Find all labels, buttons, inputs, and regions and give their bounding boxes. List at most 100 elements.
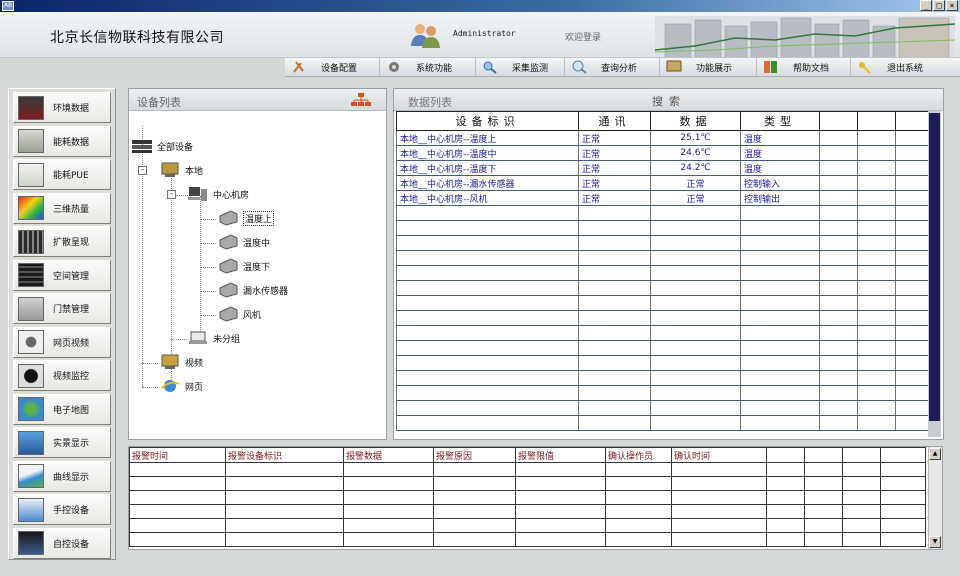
table-cell <box>740 355 820 371</box>
tree-node-all[interactable]: 全部设备 <box>131 137 193 155</box>
table-cell <box>819 400 858 416</box>
alarm-col-data[interactable]: 报警数据 <box>343 447 434 463</box>
alarm-row[interactable] <box>129 532 926 547</box>
menu-curve[interactable]: 曲线显示 <box>13 460 111 492</box>
menu-env-data[interactable]: 环境数据 <box>13 92 111 123</box>
key-icon <box>859 62 871 74</box>
expand-toggle-local[interactable]: - <box>138 166 147 175</box>
nav-display[interactable]: 功能展示 <box>660 58 757 76</box>
tree-node-room[interactable]: 中心机房 <box>187 185 249 203</box>
table-row[interactable] <box>396 220 929 236</box>
table-row[interactable] <box>396 415 929 431</box>
menu-energy-pue[interactable]: 能耗PUE <box>13 159 111 190</box>
menu-diffusion[interactable]: 扩散呈现 <box>13 226 111 257</box>
workstation-icon <box>188 187 207 201</box>
tree-node-web[interactable]: 网页 <box>159 377 203 395</box>
scroll-down-arrow[interactable]: ▼ <box>929 536 941 548</box>
table-row[interactable] <box>396 385 929 401</box>
alarm-col-limit[interactable]: 报警限值 <box>515 447 606 463</box>
table-row[interactable]: 本地__中心机房--漏水传感器 正常 正常 控制输入 <box>396 175 929 191</box>
table-row[interactable] <box>396 250 929 266</box>
alarm-row[interactable] <box>129 462 926 477</box>
tree-node-video[interactable]: 视频 <box>159 353 203 371</box>
table-cell <box>857 340 896 356</box>
table-row[interactable] <box>396 355 929 371</box>
data-list-panel: 数据列表 搜索 设备标识 通讯 数据 类型 本地__中心机房--温度上 正常 25.… <box>393 88 944 440</box>
alarm-cell <box>671 476 767 491</box>
nav-system[interactable]: 系统功能 <box>380 58 476 76</box>
alarm-cell <box>671 532 767 547</box>
nav-help[interactable]: 帮助文档 <box>757 58 851 76</box>
alarm-col-reason[interactable]: 报警原因 <box>433 447 516 463</box>
col-comm[interactable]: 通讯 <box>578 111 651 131</box>
menu-live-view[interactable]: 实景显示 <box>13 427 111 458</box>
table-row[interactable]: 本地__中心机房--温度上 正常 25.1℃ 温度 <box>396 130 929 146</box>
table-row[interactable] <box>396 280 929 296</box>
table-row[interactable]: 本地__中心机房--温度中 正常 24.6℃ 温度 <box>396 145 929 161</box>
table-cell <box>895 385 929 401</box>
tree-node-local[interactable]: 本地 <box>159 161 203 179</box>
tree-node-temp-middle[interactable]: 温度中 <box>217 233 270 251</box>
alarm-row[interactable] <box>129 490 926 505</box>
alarm-scrollbar[interactable]: ▲ ▼ <box>928 447 942 549</box>
data-scrollbar[interactable] <box>928 111 941 437</box>
tree-node-fan[interactable]: 风机 <box>217 305 261 323</box>
door-icon <box>18 296 44 321</box>
col-device-id[interactable]: 设备标识 <box>396 111 579 131</box>
menu-door[interactable]: 门禁管理 <box>13 293 111 324</box>
nav-exit[interactable]: 退出系统 <box>851 58 951 76</box>
col-empty <box>819 111 858 131</box>
menu-video-monitor[interactable]: 视频监控 <box>13 360 111 391</box>
table-row[interactable]: 本地__中心机房--温度下 正常 24.2℃ 温度 <box>396 160 929 176</box>
alarm-row[interactable] <box>129 504 926 519</box>
table-row[interactable] <box>396 205 929 221</box>
tree-node-ungrouped[interactable]: 未分组 <box>187 329 240 347</box>
table-row[interactable] <box>396 265 929 281</box>
menu-manual-device[interactable]: 手控设备 <box>13 494 111 525</box>
table-row[interactable] <box>396 340 929 356</box>
col-data[interactable]: 数据 <box>650 111 741 131</box>
table-row[interactable] <box>396 310 929 326</box>
search-button[interactable]: 搜索 <box>652 93 686 109</box>
alarm-col-time[interactable]: 报警时间 <box>129 447 226 463</box>
tree-label: 全部设备 <box>157 142 194 153</box>
nav-device-config[interactable]: 设备配置 <box>285 58 380 76</box>
tree-node-leak-sensor[interactable]: 漏水传感器 <box>217 281 288 299</box>
tree-node-temp-upper[interactable]: 温度上 <box>217 209 275 227</box>
org-chart-icon[interactable] <box>350 93 372 107</box>
alarm-row[interactable] <box>129 476 926 491</box>
menu-space[interactable]: 空间管理 <box>13 259 111 291</box>
table-row[interactable] <box>396 325 929 341</box>
alarm-cell <box>129 532 226 547</box>
alarm-row[interactable] <box>129 518 926 533</box>
table-row[interactable] <box>396 370 929 386</box>
col-type[interactable]: 类型 <box>740 111 820 131</box>
scrollbar-thumb[interactable] <box>929 113 940 421</box>
alarm-col-device[interactable]: 报警设备标识 <box>225 447 344 463</box>
menu-map[interactable]: 电子地图 <box>13 393 111 425</box>
tree-label: 未分组 <box>213 334 241 345</box>
table-row[interactable] <box>396 400 929 416</box>
scroll-up-arrow[interactable]: ▲ <box>929 448 941 460</box>
alarm-col-operator[interactable]: 确认操作员 <box>605 447 672 463</box>
table-cell <box>819 295 858 311</box>
menu-web-video[interactable]: 网页视频 <box>13 326 111 358</box>
tree-node-temp-lower[interactable]: 温度下 <box>217 257 270 275</box>
alarm-col-confirm-time[interactable]: 确认时间 <box>671 447 767 463</box>
nav-monitor[interactable]: 采集监测 <box>476 58 565 76</box>
nav-query[interactable]: 查询分析 <box>565 58 660 76</box>
table-cell <box>895 280 929 296</box>
menu-auto-device[interactable]: 自控设备 <box>13 527 111 559</box>
expand-toggle-room[interactable]: - <box>167 190 176 199</box>
maximize-button[interactable]: □ <box>933 0 945 11</box>
menu-energy-data[interactable]: 能耗数据 <box>13 125 111 157</box>
table-row[interactable] <box>396 295 929 311</box>
menu-3d-heat[interactable]: 三维热量 <box>13 192 111 224</box>
rack-icon <box>18 263 44 287</box>
table-row[interactable] <box>396 235 929 251</box>
table-row[interactable]: 本地__中心机房--风机 正常 正常 控制输出 <box>396 190 929 206</box>
close-button[interactable]: × <box>946 0 958 11</box>
tree-label: 网页 <box>185 382 204 393</box>
minimize-button[interactable]: _ <box>920 0 932 11</box>
menu-label: 手控设备 <box>53 506 90 516</box>
